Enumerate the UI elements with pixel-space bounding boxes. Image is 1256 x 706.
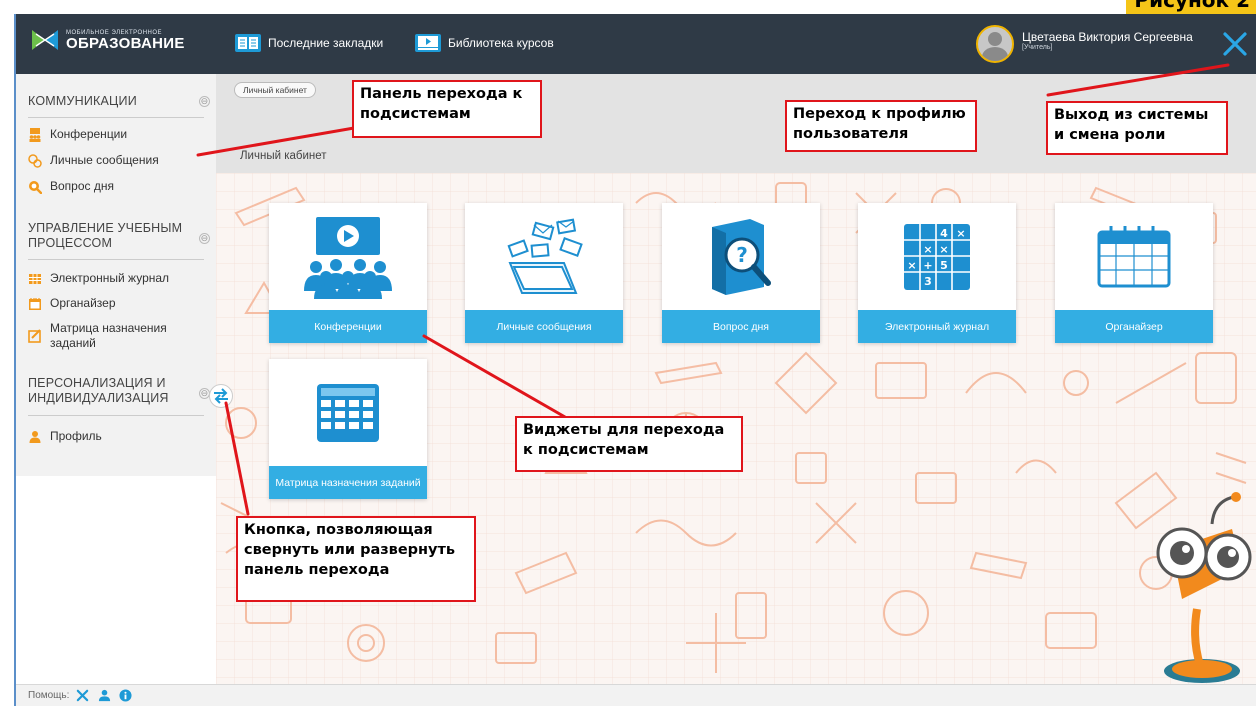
sidebar-item-assignment-matrix[interactable]: Матрица назначения заданий bbox=[28, 321, 204, 351]
breadcrumb[interactable]: Личный кабинет bbox=[234, 82, 316, 98]
navigation-panel: КОММУНИКАЦИИ ⊖ Конференции Личные сообще… bbox=[16, 74, 216, 476]
assignment-icon bbox=[28, 329, 41, 343]
robot-mascot bbox=[1156, 492, 1252, 683]
svg-text:3: 3 bbox=[924, 275, 932, 288]
top-bar: МОБИЛЬНОЕ ЭЛЕКТРОННОЕ ОБРАЗОВАНИЕ Послед… bbox=[16, 14, 1256, 74]
divider bbox=[28, 415, 204, 416]
widget-journal[interactable]: 4 × × × × +5 3 Электронный журнал bbox=[858, 203, 1016, 343]
section-personalization[interactable]: ПЕРСОНАЛИЗАЦИЯ И ИНДИВИДУАЛИЗАЦИЯ ⊖ bbox=[28, 376, 210, 406]
collapse-arrows-icon bbox=[214, 388, 228, 404]
tools-icon[interactable] bbox=[76, 689, 89, 702]
logo-icon bbox=[32, 30, 58, 50]
widget-messages[interactable]: Личные сообщения bbox=[465, 203, 623, 343]
svg-text:4: 4 bbox=[940, 227, 948, 240]
question-search-icon bbox=[29, 181, 42, 194]
widget-assignment-matrix[interactable]: Матрица назначения заданий bbox=[269, 359, 427, 499]
annotation-collapse-button: Кнопка, позволяющая свернуть или разверн… bbox=[236, 516, 476, 602]
person-icon bbox=[29, 431, 41, 443]
course-library-label: Библиотека курсов bbox=[448, 36, 554, 50]
user-profile-link[interactable]: Цветаева Виктория Сергеевна [Учитель] bbox=[976, 25, 1193, 63]
recent-bookmarks-label: Последние закладки bbox=[268, 36, 384, 50]
help-label: Помощь: bbox=[28, 690, 70, 701]
widget-conferences[interactable]: Конференции bbox=[269, 203, 427, 343]
matrix-icon bbox=[317, 383, 379, 442]
panel-toggle-button[interactable] bbox=[209, 384, 233, 408]
widget-label: Личные сообщения bbox=[465, 310, 623, 343]
svg-text:×: × bbox=[907, 259, 916, 272]
user-name: Цветаева Виктория Сергеевна bbox=[1022, 30, 1193, 44]
course-library-link[interactable]: Библиотека курсов bbox=[414, 33, 554, 53]
widget-organizer[interactable]: Органайзер bbox=[1055, 203, 1213, 343]
sidebar-item-conferences[interactable]: Конференции bbox=[28, 127, 127, 142]
widget-label: Электронный журнал bbox=[858, 310, 1016, 343]
svg-text:5: 5 bbox=[940, 259, 948, 272]
sidebar-item-journal[interactable]: Электронный журнал bbox=[28, 271, 169, 286]
help-footer: Помощь: bbox=[16, 684, 1256, 706]
divider bbox=[28, 117, 204, 118]
conference-icon bbox=[29, 128, 41, 142]
annotation-user-profile: Переход к профилю пользователя bbox=[785, 100, 977, 152]
video-icon bbox=[415, 34, 441, 52]
widget-label: Вопрос дня bbox=[662, 310, 820, 343]
avatar bbox=[976, 25, 1014, 63]
section-communications[interactable]: КОММУНИКАЦИИ ⊖ bbox=[28, 94, 210, 109]
divider bbox=[28, 259, 204, 260]
annotation-widgets: Виджеты для перехода к подсистемам bbox=[515, 416, 743, 472]
widget-label: Матрица назначения заданий bbox=[269, 466, 427, 499]
svg-text:×: × bbox=[923, 243, 932, 256]
sidebar-item-messages[interactable]: Личные сообщения bbox=[28, 153, 159, 168]
calendar-icon bbox=[29, 298, 41, 310]
sidebar-item-organizer[interactable]: Органайзер bbox=[28, 296, 116, 311]
section-collapse-icon[interactable]: ⊖ bbox=[199, 233, 210, 244]
conference-icon bbox=[304, 216, 392, 299]
question-book-icon: ? bbox=[712, 218, 771, 295]
sidebar-item-profile[interactable]: Профиль bbox=[28, 429, 102, 444]
widget-question-of-day[interactable]: ? Вопрос дня bbox=[662, 203, 820, 343]
recent-bookmarks-link[interactable]: Последние закладки bbox=[234, 33, 383, 53]
support-user-icon[interactable] bbox=[98, 689, 111, 702]
section-collapse-icon[interactable]: ⊖ bbox=[199, 96, 210, 107]
figure-label: Рисунок 2 bbox=[1106, 0, 1256, 14]
journal-grid-icon: 4 × × × × +5 3 bbox=[904, 223, 970, 290]
svg-text:?: ? bbox=[736, 243, 748, 267]
svg-text:×: × bbox=[939, 243, 948, 256]
close-icon[interactable] bbox=[1217, 26, 1253, 62]
widget-label: Конференции bbox=[269, 310, 427, 343]
calendar-icon bbox=[1097, 225, 1171, 287]
messages-icon bbox=[28, 154, 42, 168]
annotation-logout: Выход из системы и смена роли bbox=[1046, 101, 1228, 155]
info-icon[interactable] bbox=[119, 689, 132, 702]
sidebar-item-question-of-day[interactable]: Вопрос дня bbox=[28, 179, 114, 194]
logo[interactable]: МОБИЛЬНОЕ ЭЛЕКТРОННОЕ ОБРАЗОВАНИЕ bbox=[30, 28, 185, 52]
journal-icon bbox=[29, 274, 41, 284]
open-book-icon bbox=[235, 34, 261, 52]
messages-laptop-icon bbox=[507, 218, 583, 294]
svg-text:×: × bbox=[956, 227, 965, 240]
annotation-navigation-panel: Панель перехода к подсистемам bbox=[352, 80, 542, 138]
user-role: [Учитель] bbox=[1022, 44, 1053, 51]
widget-label: Органайзер bbox=[1055, 310, 1213, 343]
svg-text:+: + bbox=[923, 259, 932, 272]
page-title: Личный кабинет bbox=[240, 150, 327, 162]
logo-title: ОБРАЗОВАНИЕ bbox=[66, 34, 185, 52]
section-learning-management[interactable]: УПРАВЛЕНИЕ УЧЕБНЫМ ПРОЦЕССОМ ⊖ bbox=[28, 221, 210, 251]
